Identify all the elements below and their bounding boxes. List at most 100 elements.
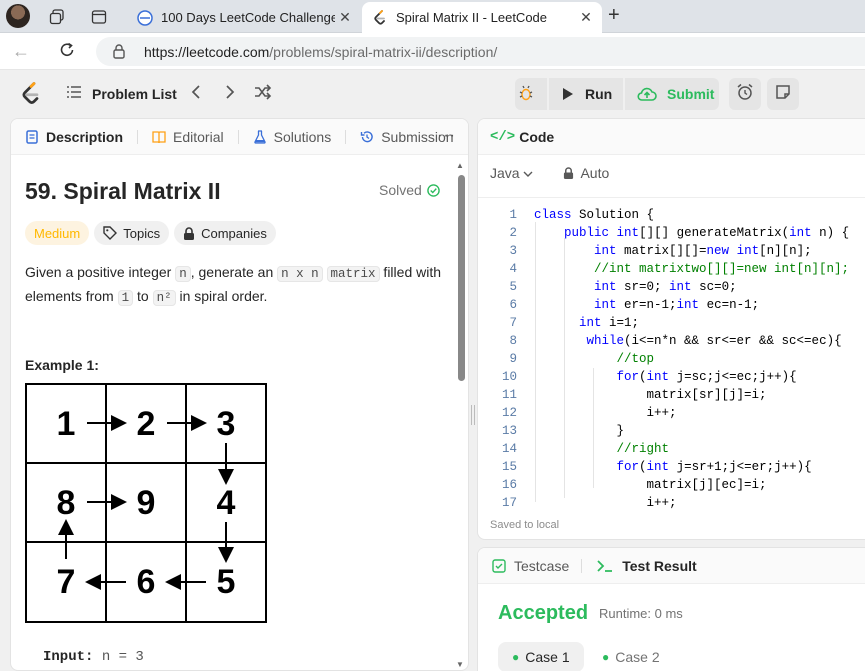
problem-description: Given a positive integer n, generate an … <box>25 264 442 306</box>
globe-icon <box>137 9 153 26</box>
code-line[interactable]: 6 int er=n-1;int ec=n-1; <box>478 296 865 314</box>
code-text: matrix[sr][j]=i; <box>534 388 767 402</box>
editor-mode[interactable]: Auto <box>580 165 609 181</box>
problem-content: 59. Spiral Matrix II Solved Medium Topic… <box>11 155 456 670</box>
code-line[interactable]: 9 //top <box>478 350 865 368</box>
shuffle-icon[interactable] <box>254 83 272 106</box>
scroll-up-icon[interactable]: ▲ <box>456 161 464 170</box>
leetcode-logo-icon[interactable] <box>20 82 42 106</box>
top-navigation: Problem List Run Submit <box>0 70 865 118</box>
indent-guide <box>535 222 536 502</box>
code-panel: </> Code Java Auto 1 class Solution {2 pu… <box>477 118 865 540</box>
lock-icon[interactable] <box>112 43 126 59</box>
code-text: //right <box>616 442 670 456</box>
code-line[interactable]: 13 } <box>478 422 865 440</box>
description-scrollbar[interactable]: ▲ ▼ <box>456 161 466 669</box>
tab-editorial-label: Editorial <box>173 128 224 145</box>
grid-cell-number: 4 <box>217 484 236 522</box>
grid-cell-number: 8 <box>57 484 76 522</box>
code-text: //top <box>616 352 655 366</box>
code-line[interactable]: 2 public int[][] generateMatrix(int n) { <box>478 224 865 242</box>
code-editor[interactable]: 1 class Solution {2 public int[][] genera… <box>478 197 865 510</box>
note-icon <box>775 84 791 105</box>
tab-description[interactable]: Description <box>25 129 123 145</box>
lock-icon <box>564 167 574 179</box>
timer-button[interactable] <box>729 78 761 110</box>
verdict-label: Accepted <box>498 602 589 624</box>
tab-divider <box>137 129 139 144</box>
tab-editorial[interactable]: Editorial <box>152 129 224 145</box>
topics-chip[interactable]: Topics <box>94 221 170 245</box>
grid-cell-number: 5 <box>217 563 236 601</box>
problem-tags: Medium Topics Companies <box>25 221 281 245</box>
run-button[interactable]: Run <box>549 78 623 110</box>
next-problem-icon[interactable] <box>224 83 236 106</box>
close-icon[interactable]: ✕ <box>335 9 355 26</box>
pass-dot-icon: ● <box>602 650 610 664</box>
companies-chip[interactable]: Companies <box>174 221 276 245</box>
workspaces-icon[interactable] <box>47 7 67 27</box>
reload-icon[interactable] <box>58 41 76 64</box>
solved-status: Solved <box>379 182 440 198</box>
chevron-down-icon <box>523 171 533 177</box>
panel-resize-handle[interactable] <box>471 405 475 425</box>
run-label: Run <box>585 86 613 102</box>
saved-status: Saved to local <box>490 519 560 531</box>
code-line[interactable]: 8 while(i<=n*n && sr<=er && sc<=ec){ <box>478 332 865 350</box>
pass-dot-icon: ● <box>512 650 520 664</box>
code-line[interactable]: 7 int i=1; <box>478 314 865 332</box>
line-number: 13 <box>501 424 517 438</box>
debug-button[interactable] <box>515 78 547 110</box>
code-line[interactable]: 11 matrix[sr][j]=i; <box>478 386 865 404</box>
line-number: 17 <box>501 496 517 510</box>
code-line[interactable]: 3 int matrix[][]=new int[n][n]; <box>478 242 865 260</box>
tab-testcase[interactable]: Testcase <box>492 558 569 574</box>
code-line[interactable]: 1 class Solution { <box>478 206 865 224</box>
code-line[interactable]: 17 i++; <box>478 494 865 512</box>
case-1-button[interactable]: ● Case 1 <box>498 642 584 671</box>
browser-tab-title: Spiral Matrix II - LeetCode <box>396 10 548 25</box>
code-line[interactable]: 14 //right <box>478 440 865 458</box>
play-icon <box>563 88 573 100</box>
code-line[interactable]: 4 //int matrixtwo[][]=new int[n][n]; <box>478 260 865 278</box>
grid-cell-number: 9 <box>137 484 156 522</box>
tab-solutions-label: Solutions <box>273 128 332 145</box>
tab-actions-icon[interactable] <box>89 7 109 27</box>
line-number: 14 <box>501 442 517 456</box>
case-2-button[interactable]: ● Case 2 <box>588 642 674 671</box>
problem-list-button[interactable]: Problem List <box>66 85 177 102</box>
code-line[interactable]: 16 matrix[j][ec]=i; <box>478 476 865 494</box>
notes-button[interactable] <box>767 78 799 110</box>
close-icon[interactable]: ✕ <box>576 9 596 26</box>
editor-toolbar: Java Auto <box>490 165 609 181</box>
line-number: 10 <box>501 370 517 384</box>
code-line[interactable]: 10 for(int j=sc;j<=ec;j++){ <box>478 368 865 386</box>
line-number: 7 <box>509 316 517 330</box>
book-icon <box>152 130 166 143</box>
terminal-icon <box>597 559 613 572</box>
run-submit-group: Run Submit <box>515 78 719 110</box>
code-line[interactable]: 5 int sr=0; int sc=0; <box>478 278 865 296</box>
history-icon <box>361 130 373 142</box>
scrollbar-thumb[interactable] <box>458 175 465 381</box>
bug-icon <box>518 85 544 104</box>
profile-avatar[interactable] <box>6 4 30 28</box>
tab-solutions[interactable]: Solutions <box>253 128 332 145</box>
tab-divider <box>345 129 347 144</box>
more-options-icon[interactable]: ··· <box>437 127 456 145</box>
browser-tab-challenge[interactable]: 100 Days LeetCode Challenge - ⅽ ✕ <box>127 2 361 33</box>
browser-tab-spiral-matrix[interactable]: Spiral Matrix II - LeetCode ✕ <box>362 2 602 33</box>
prev-problem-icon[interactable] <box>190 83 202 106</box>
tab-divider <box>581 558 583 573</box>
tab-test-result[interactable]: Test Result <box>596 558 697 574</box>
language-select[interactable]: Java <box>490 165 533 181</box>
code-line[interactable]: 12 i++; <box>478 404 865 422</box>
new-tab-icon[interactable]: + <box>608 5 620 25</box>
url-field[interactable]: https://leetcode.com/problems/spiral-mat… <box>96 37 865 66</box>
scroll-down-icon[interactable]: ▼ <box>456 660 464 669</box>
submit-button[interactable]: Submit <box>625 78 719 110</box>
tab-code[interactable]: Code <box>519 129 554 145</box>
back-arrow-icon[interactable]: ← <box>12 41 30 62</box>
list-icon <box>66 85 82 102</box>
code-line[interactable]: 15 for(int j=sr+1;j<=er;j++){ <box>478 458 865 476</box>
